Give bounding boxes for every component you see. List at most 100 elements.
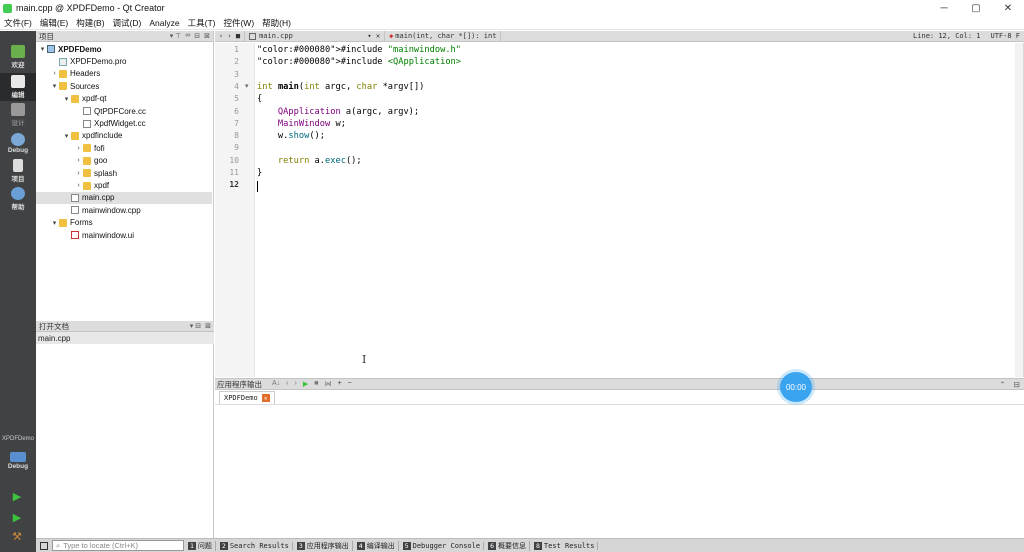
chevron-down-icon[interactable]: ▾: [62, 132, 71, 140]
file-encoding[interactable]: UTF-8 F: [990, 32, 1020, 40]
kit-project-label: XPDFDemo: [1, 436, 34, 442]
cpp-icon: [71, 206, 79, 215]
run-icon[interactable]: ▶: [10, 489, 24, 503]
stop-icon[interactable]: ■: [314, 380, 318, 388]
chevron-down-icon[interactable]: ▾: [50, 219, 59, 227]
minimize-button[interactable]: ─: [928, 0, 960, 16]
tree-item-label: XPDFDemo.pro: [70, 57, 127, 67]
link-icon[interactable]: ∞: [185, 32, 190, 40]
tree-item[interactable]: XpdfWidget.cc: [36, 117, 212, 129]
code-editor[interactable]: 1 2 3 4 5 6 7 8 9 10 11 12 ▾ "color:#000080">#includ…: [215, 43, 1024, 377]
close-tab-icon[interactable]: ✕: [261, 394, 270, 402]
close-button[interactable]: ✕: [992, 0, 1024, 16]
close-pane-icon[interactable]: ⊠: [204, 32, 210, 40]
debug-run-icon[interactable]: ▶: [10, 510, 24, 524]
prev-icon[interactable]: ‹: [286, 380, 288, 388]
zoom-out-icon[interactable]: −: [348, 380, 352, 388]
menu-help[interactable]: 帮助(H): [258, 17, 295, 29]
attach-icon[interactable]: A↓: [272, 380, 280, 388]
menu-analyze[interactable]: Analyze: [145, 18, 183, 28]
tree-item[interactable]: › goo: [36, 155, 212, 167]
chevron-down-icon[interactable]: ▾: [62, 95, 71, 103]
mode-selector: 欢迎 编辑 设计 Debug 项目 帮助 XPDFDemo Debug ▶ ▶ …: [0, 31, 36, 552]
tree-item[interactable]: mainwindow.ui: [36, 229, 212, 241]
output-pane-button[interactable]: 4 编译输出: [356, 540, 399, 551]
tree-item[interactable]: ▾ Forms: [36, 217, 212, 229]
menu-window[interactable]: 控件(W): [219, 17, 258, 29]
tree-item[interactable]: › fofi: [36, 142, 212, 154]
mode-design[interactable]: 设计: [0, 101, 36, 129]
chevron-right-icon[interactable]: ›: [74, 170, 83, 177]
output-pane-button[interactable]: 1 问题: [188, 540, 216, 551]
editor-scrollbar[interactable]: [1015, 43, 1023, 377]
projects-pane-title: 项目: [39, 31, 54, 41]
tree-item[interactable]: ▾ xpdf-qt: [36, 93, 212, 105]
code-line: "color:#000080">#include "mainwindow.h": [257, 45, 462, 55]
kit-selector[interactable]: Debug: [0, 447, 36, 475]
open-docs-header: 打开文档 ▾ ⊟ ⊠: [36, 321, 214, 332]
chevron-right-icon[interactable]: ›: [74, 145, 83, 152]
tree-item[interactable]: main.cpp: [36, 191, 212, 205]
chevron-right-icon[interactable]: ›: [50, 70, 59, 77]
tree-item[interactable]: XPDFDemo.pro: [36, 55, 212, 67]
tree-item[interactable]: › Headers: [36, 68, 212, 80]
chevron-down-icon[interactable]: ▾: [38, 45, 47, 53]
fold-marker-icon[interactable]: ▾: [245, 82, 249, 90]
tree-item[interactable]: › splash: [36, 167, 212, 179]
chevron-right-icon[interactable]: ›: [74, 182, 83, 189]
locator-input[interactable]: ⌕ Type to locate (Ctrl+K): [52, 540, 184, 551]
close-output-icon[interactable]: ⊟: [1014, 380, 1020, 389]
nav-back-forward[interactable]: ‹ › ■: [215, 30, 246, 42]
output-pane-button[interactable]: 5 Debugger Console: [402, 540, 485, 551]
tree-item[interactable]: ▾ XPDFDemo: [36, 43, 212, 55]
editor-document-tab[interactable]: main.cpp ▾ ✕: [245, 30, 386, 42]
tree-item[interactable]: ▾ Sources: [36, 80, 212, 92]
chevron-right-icon[interactable]: ›: [74, 157, 83, 164]
maximize-button[interactable]: ▢: [960, 0, 992, 16]
next-icon[interactable]: ›: [295, 380, 297, 388]
split-icon[interactable]: ▾ ⊟: [190, 322, 201, 330]
filter-icon[interactable]: ▾ ⊤: [170, 32, 182, 40]
application-output-area[interactable]: [215, 405, 1024, 538]
tree-item[interactable]: mainwindow.cpp: [36, 204, 212, 216]
toggle-sidebar-icon[interactable]: [40, 541, 48, 550]
mode-welcome[interactable]: 欢迎: [0, 43, 36, 71]
folder-icon: [59, 69, 67, 78]
output-pane-button[interactable]: 3 应用程序输出: [296, 540, 353, 551]
tree-item[interactable]: ▾ xpdfinclude: [36, 130, 212, 142]
mode-debug[interactable]: Debug: [0, 129, 36, 157]
menu-file[interactable]: 文件(F): [0, 17, 36, 29]
menu-build[interactable]: 构建(B): [72, 17, 108, 29]
mode-projects[interactable]: 项目: [0, 157, 36, 185]
tree-item-label: xpdf: [94, 181, 110, 191]
tree-item[interactable]: › xpdf: [36, 179, 212, 191]
output-pane-button[interactable]: 2 Search Results: [219, 540, 293, 551]
cursor-position[interactable]: Line: 12, Col: 1: [913, 32, 980, 40]
menu-tools[interactable]: 工具(T): [184, 17, 220, 29]
project-tree: ▾ XPDFDemo XPDFDemo.pro › Headers ▾ Sources ▾ xp…: [36, 42, 213, 320]
rerun-icon[interactable]: ▶: [303, 380, 308, 388]
chevron-down-icon[interactable]: ▾: [50, 82, 59, 90]
mode-edit[interactable]: 编辑: [0, 73, 36, 101]
output-pane-button[interactable]: 8 Test Results: [533, 540, 599, 551]
open-doc-item[interactable]: main.cpp: [36, 332, 214, 344]
close-document-icon[interactable]: ▾ ✕: [367, 32, 380, 40]
symbol-selector[interactable]: ◆ main(int, char *[]): int: [385, 30, 502, 42]
search-icon: ⌕: [56, 540, 61, 550]
attach-debugger-icon[interactable]: ⋈: [324, 380, 331, 388]
split-icon[interactable]: ⊟: [194, 32, 200, 40]
output-tab-xpdfdemo[interactable]: XPDFDemo ✕: [219, 391, 275, 404]
close-pane-icon[interactable]: ⊠: [205, 322, 211, 330]
build-hammer-icon[interactable]: ⚒: [10, 529, 24, 543]
recording-timer[interactable]: 00:00: [780, 372, 812, 402]
maximize-output-icon[interactable]: ⌃: [999, 380, 1005, 389]
tree-item[interactable]: QtPDFCore.cc: [36, 105, 212, 117]
output-pane-button[interactable]: 6 概要信息: [488, 540, 530, 551]
tree-item-label: xpdf-qt: [82, 94, 107, 104]
editor-toolbar: ‹ › ■ main.cpp ▾ ✕ ◆ main(int, char *[])…: [215, 30, 1024, 42]
mode-help[interactable]: 帮助: [0, 185, 36, 213]
menu-debug[interactable]: 调试(D): [109, 17, 146, 29]
menu-edit[interactable]: 编辑(E): [36, 17, 72, 29]
zoom-in-icon[interactable]: +: [337, 380, 341, 388]
pane-label: 概要信息: [498, 540, 530, 551]
